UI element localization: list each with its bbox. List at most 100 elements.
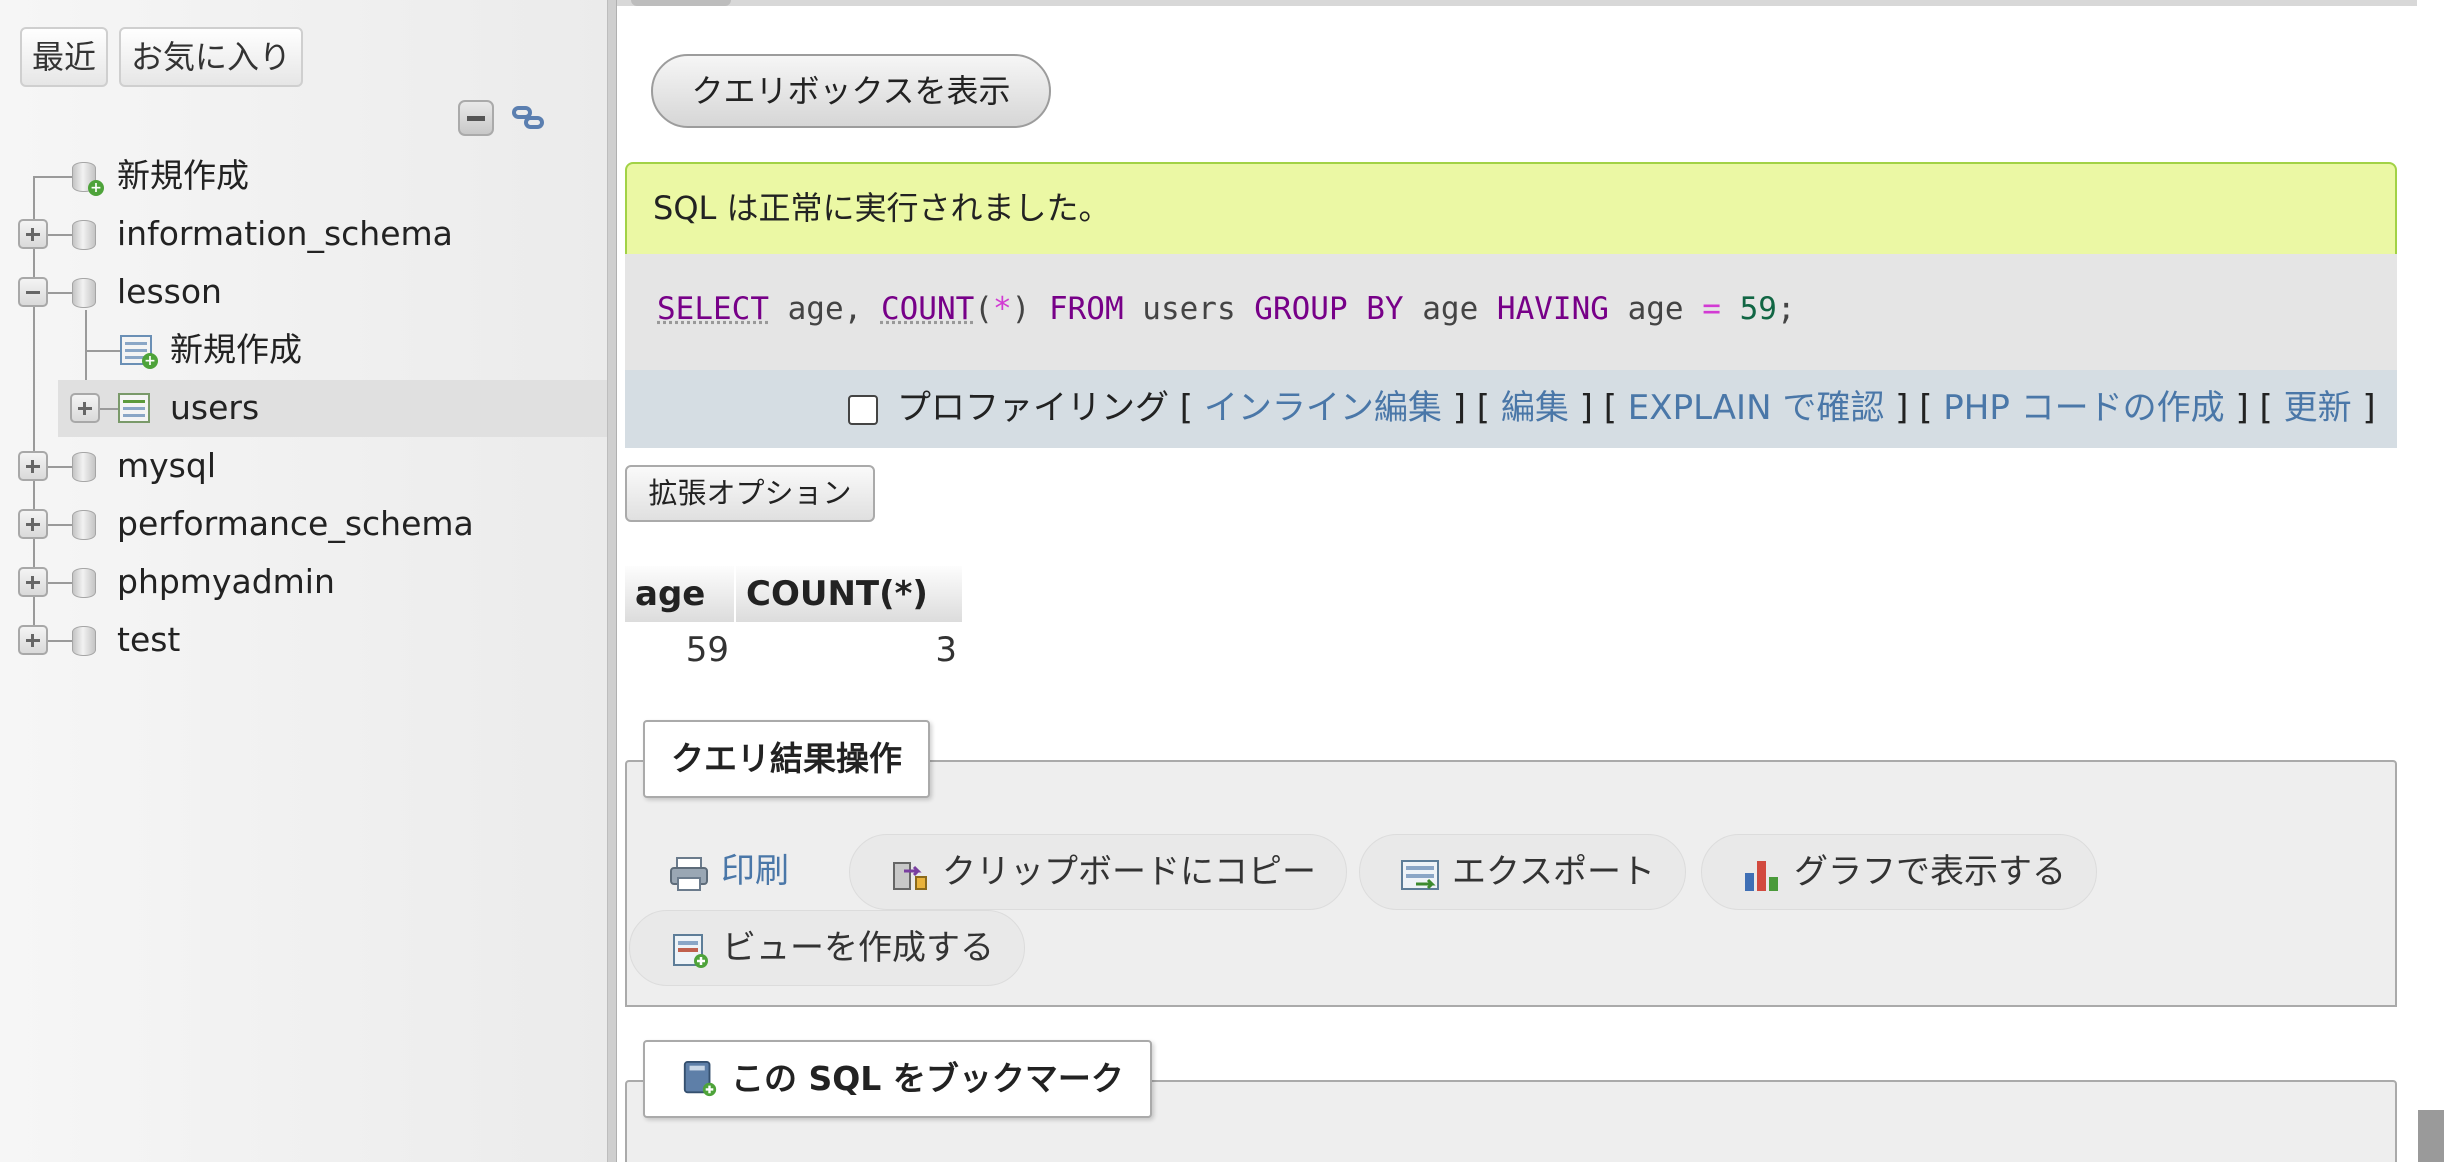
- tree-guide-line: [33, 176, 73, 178]
- sql-text: ): [1011, 291, 1031, 327]
- sql-keyword: GROUP BY: [1235, 291, 1423, 327]
- tree-new-table[interactable]: 新規作成: [170, 330, 302, 370]
- recent-button[interactable]: 最近: [20, 27, 109, 87]
- bracket: ] [: [2224, 388, 2284, 428]
- database-icon: [72, 452, 96, 482]
- top-tab: [631, 0, 731, 6]
- database-icon: [72, 568, 96, 598]
- new-database-icon: +: [72, 162, 104, 196]
- clipboard-icon: [893, 862, 927, 890]
- bookmark-legend-label: この SQL をブックマーク: [731, 1059, 1124, 1098]
- table-row: 59 3: [625, 622, 963, 678]
- expand-icon[interactable]: [18, 625, 48, 655]
- show-query-box-button[interactable]: クエリボックスを表示: [651, 54, 1051, 128]
- tree-guide-line: [48, 234, 72, 236]
- create-view-label: ビューを作成する: [722, 928, 994, 968]
- tree-db-mysql[interactable]: mysql: [117, 446, 216, 486]
- tree-db-performance-schema[interactable]: performance_schema: [117, 504, 474, 544]
- chart-label: グラフで表示する: [1794, 852, 2066, 892]
- query-results-operations: クエリ結果操作 印刷 クリップボードにコピー エクスポート グラフで表示する ビ…: [625, 720, 2397, 1007]
- sql-keyword: HAVING: [1478, 291, 1628, 327]
- refresh-link[interactable]: 更新: [2284, 388, 2352, 428]
- expand-icon[interactable]: [18, 451, 48, 481]
- tree-guide-line: [48, 466, 72, 468]
- expand-icon[interactable]: [18, 567, 48, 597]
- sql-text: age: [1422, 291, 1479, 327]
- sql-keyword[interactable]: SELECT: [657, 291, 769, 327]
- query-actions-bar: プロファイリング [ インライン編集 ] [ 編集 ] [ EXPLAIN で確…: [625, 370, 2397, 448]
- result-table: age COUNT(*) 59 3: [625, 566, 964, 678]
- collapse-all-icon[interactable]: [458, 100, 494, 136]
- bracket: ] [: [1568, 388, 1628, 428]
- sql-function[interactable]: COUNT: [881, 291, 974, 327]
- bracket: ] [: [1884, 388, 1944, 428]
- sql-text: age: [1627, 291, 1684, 327]
- tree-guide-line: [100, 408, 118, 410]
- new-table-icon: +: [120, 335, 158, 369]
- tree-db-information-schema[interactable]: information_schema: [117, 214, 453, 254]
- tree-guide-line: [48, 582, 72, 584]
- print-button[interactable]: 印刷: [629, 834, 819, 910]
- tree-db-lesson[interactable]: lesson: [117, 272, 222, 312]
- create-view-icon: [673, 934, 708, 968]
- display-chart-button[interactable]: グラフで表示する: [1701, 834, 2097, 910]
- php-code-link[interactable]: PHP コードの作成: [1943, 388, 2224, 428]
- profiling-checkbox[interactable]: [848, 395, 878, 425]
- database-icon: [72, 626, 96, 656]
- expand-icon[interactable]: [18, 509, 48, 539]
- export-label: エクスポート: [1452, 852, 1655, 892]
- table-header-row: age COUNT(*): [625, 566, 964, 622]
- success-text: SQL は正常に実行されました。: [653, 189, 1111, 227]
- bracket: ]: [2351, 388, 2376, 428]
- database-icon: [72, 510, 96, 540]
- inline-edit-link[interactable]: インライン編集: [1204, 388, 1442, 428]
- table-icon: [118, 393, 150, 423]
- database-icon: [72, 278, 96, 308]
- link-with-main-panel-icon[interactable]: [510, 100, 546, 136]
- sql-operator: =: [1683, 291, 1740, 327]
- tree-guide-line: [48, 640, 72, 642]
- sql-text: users: [1142, 291, 1236, 327]
- sql-query-display: SELECT age, COUNT(*) FROM users GROUP BY…: [625, 254, 2397, 370]
- tree-guide-line: [48, 292, 72, 294]
- sql-keyword: FROM: [1030, 291, 1143, 327]
- tree-new-database[interactable]: 新規作成: [117, 156, 249, 196]
- collapse-icon[interactable]: [18, 277, 48, 307]
- navigation-panel: 最近 お気に入り + 新規作成 information_schema lesso…: [0, 0, 607, 1162]
- column-header-count[interactable]: COUNT(*): [735, 566, 964, 622]
- tree-db-phpmyadmin[interactable]: phpmyadmin: [117, 562, 335, 602]
- tree-table-users[interactable]: users: [170, 388, 259, 428]
- table-cell[interactable]: 59: [625, 622, 735, 678]
- sql-code: SELECT age, COUNT(*) FROM users GROUP BY…: [657, 288, 1796, 330]
- export-icon: [1401, 860, 1439, 890]
- explain-link[interactable]: EXPLAIN で確認: [1628, 388, 1885, 428]
- scrollbar-thumb[interactable]: [2418, 1110, 2444, 1162]
- bookmark-icon: [683, 1060, 717, 1097]
- query-actions-line: プロファイリング [ インライン編集 ] [ 編集 ] [ EXPLAIN で確…: [897, 388, 2376, 428]
- expand-icon[interactable]: [70, 393, 100, 423]
- copy-to-clipboard-button[interactable]: クリップボードにコピー: [849, 834, 1347, 910]
- bracket: [: [1169, 388, 1204, 428]
- main-panel: クエリボックスを表示 SQL は正常に実行されました。 SELECT age, …: [617, 0, 2444, 1162]
- sql-text: (: [974, 291, 993, 327]
- success-message: SQL は正常に実行されました。: [625, 162, 2397, 254]
- tree-db-test[interactable]: test: [117, 620, 180, 660]
- printer-icon: [670, 857, 708, 891]
- panel-splitter[interactable]: [607, 0, 617, 1162]
- sql-operator: *: [992, 291, 1012, 327]
- favorites-button[interactable]: お気に入り: [119, 27, 304, 87]
- print-label: 印刷: [721, 851, 789, 891]
- sql-text: ;: [1776, 291, 1796, 327]
- table-cell[interactable]: 3: [735, 622, 963, 678]
- tree-guide-line: [48, 524, 72, 526]
- bookmark-legend: この SQL をブックマーク: [643, 1040, 1152, 1118]
- export-button[interactable]: エクスポート: [1359, 834, 1686, 910]
- extended-options-button[interactable]: 拡張オプション: [625, 465, 875, 522]
- edit-link[interactable]: 編集: [1501, 388, 1569, 428]
- bracket: ] [: [1441, 388, 1501, 428]
- bar-chart-icon: [1745, 861, 1778, 891]
- profiling-label: プロファイリング: [897, 388, 1169, 428]
- create-view-button[interactable]: ビューを作成する: [629, 910, 1025, 986]
- expand-icon[interactable]: [18, 219, 48, 249]
- column-header-age[interactable]: age: [625, 566, 736, 622]
